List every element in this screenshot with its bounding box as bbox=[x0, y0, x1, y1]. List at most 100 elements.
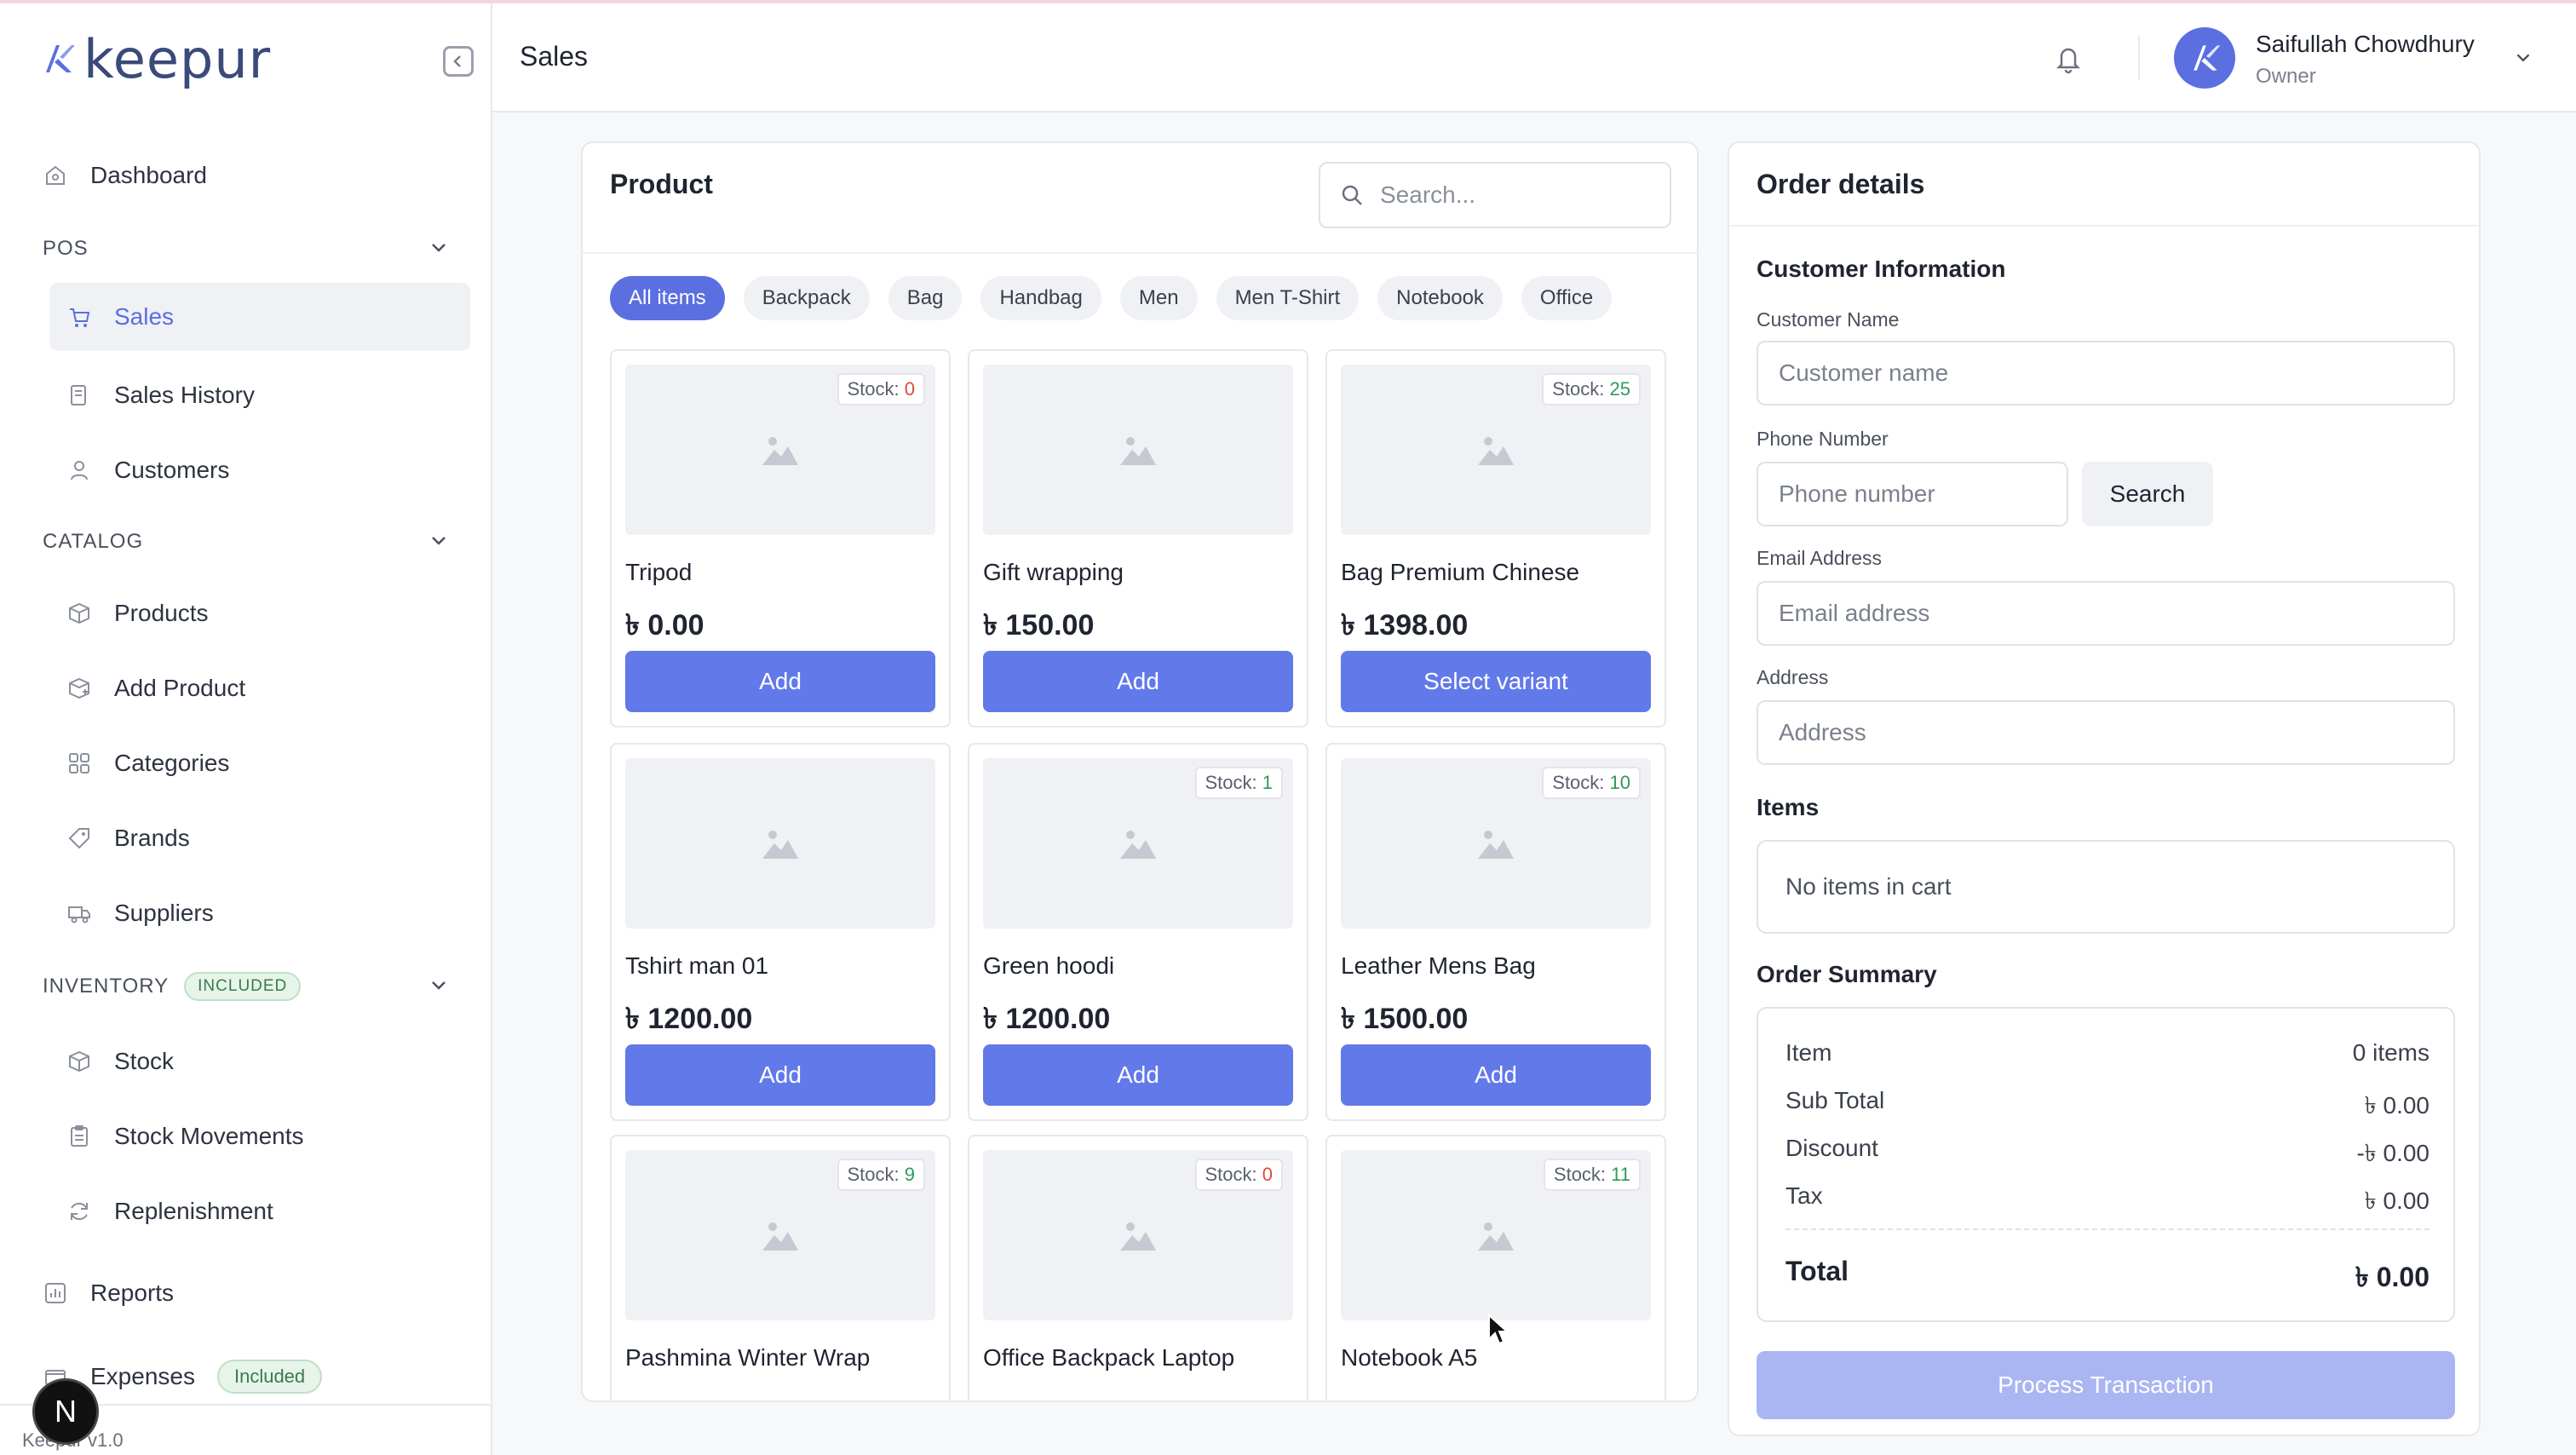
select-variant-button[interactable]: Select variant bbox=[1341, 651, 1651, 712]
cart-items-empty: No items in cart bbox=[1757, 840, 2455, 934]
add-to-cart-button[interactable]: Add bbox=[625, 1044, 935, 1106]
clipboard-icon bbox=[66, 1124, 92, 1149]
dev-tools-avatar[interactable]: N bbox=[32, 1378, 99, 1445]
email-input[interactable] bbox=[1779, 600, 2453, 627]
section-pos[interactable]: POS bbox=[43, 232, 451, 266]
sidebar-item-products[interactable]: Products bbox=[49, 581, 470, 646]
chip-office[interactable]: Office bbox=[1521, 276, 1613, 320]
sidebar-item-label: Sales History bbox=[114, 382, 255, 408]
sidebar-item-expenses[interactable]: Expenses Included bbox=[37, 1344, 470, 1409]
image-placeholder-icon bbox=[1478, 437, 1514, 465]
product-card[interactable]: Stock: 0 Tripod ৳ 0.00 Add bbox=[610, 349, 951, 728]
sidebar-item-replenishment[interactable]: Replenishment bbox=[49, 1179, 470, 1244]
product-card[interactable]: Stock: 1 Green hoodi ৳ 1200.00 Add bbox=[968, 743, 1308, 1121]
product-card[interactable]: Stock: 9 Pashmina Winter Wrap bbox=[610, 1135, 951, 1400]
product-image-placeholder: Stock: 9 bbox=[625, 1150, 935, 1320]
product-card[interactable]: Stock: 25 Bag Premium Chinese ৳ 1398.00 Sel… bbox=[1325, 349, 1666, 728]
sidebar-item-customers[interactable]: Customers bbox=[49, 438, 470, 503]
sidebar-item-sales[interactable]: Sales bbox=[49, 283, 470, 351]
section-catalog[interactable]: CATALOG bbox=[43, 525, 451, 559]
customer-search-button[interactable]: Search bbox=[2082, 462, 2213, 526]
product-price: ৳ 1200.00 bbox=[625, 1003, 753, 1035]
chevron-down-icon bbox=[432, 981, 446, 990]
included-badge: INCLUDED bbox=[184, 972, 302, 1001]
add-to-cart-button[interactable]: Add bbox=[983, 651, 1293, 712]
customer-name-input[interactable] bbox=[1779, 359, 2453, 387]
chip-men-tshirt[interactable]: Men T-Shirt bbox=[1216, 276, 1360, 320]
bell-icon[interactable] bbox=[2051, 41, 2085, 75]
user-name[interactable]: Saifullah Chowdhury bbox=[2256, 31, 2475, 58]
section-inventory[interactable]: INVENTORY INCLUDED bbox=[43, 969, 451, 1004]
phone-field[interactable] bbox=[1757, 462, 2068, 526]
image-placeholder-icon bbox=[762, 437, 798, 465]
address-input[interactable] bbox=[1779, 719, 2453, 746]
sidebar-item-stock-movements[interactable]: Stock Movements bbox=[49, 1104, 470, 1169]
product-card[interactable]: Gift wrapping ৳ 150.00 Add bbox=[968, 349, 1308, 728]
email-field[interactable] bbox=[1757, 581, 2455, 646]
chevron-down-icon[interactable] bbox=[2511, 46, 2535, 70]
product-card[interactable]: Stock: 0 Office Backpack Laptop bbox=[968, 1135, 1308, 1400]
sidebar-item-reports[interactable]: Reports bbox=[37, 1261, 470, 1326]
product-price: ৳ 0.00 bbox=[625, 609, 704, 641]
product-name: Office Backpack Laptop bbox=[983, 1344, 1235, 1371]
product-name: Notebook A5 bbox=[1341, 1344, 1478, 1371]
phone-label: Phone Number bbox=[1757, 428, 1889, 450]
sidebar-item-brands[interactable]: Brands bbox=[49, 806, 470, 871]
address-field[interactable] bbox=[1757, 700, 2455, 765]
product-name: Gift wrapping bbox=[983, 559, 1124, 585]
customer-name-label: Customer Name bbox=[1757, 308, 1900, 331]
report-icon bbox=[43, 1280, 68, 1306]
category-chips: All items Backpack Bag Handbag Men Men T… bbox=[610, 276, 1671, 320]
search-input[interactable] bbox=[1380, 181, 1653, 209]
product-card[interactable]: Stock: 11 Notebook A5 bbox=[1325, 1135, 1666, 1400]
customer-name-field[interactable] bbox=[1757, 341, 2455, 405]
image-placeholder-icon bbox=[1120, 831, 1156, 859]
chip-backpack[interactable]: Backpack bbox=[743, 276, 870, 320]
stock-badge: Stock: 0 bbox=[837, 373, 925, 405]
product-search[interactable] bbox=[1319, 162, 1671, 228]
product-card[interactable]: Tshirt man 01 ৳ 1200.00 Add bbox=[610, 743, 951, 1121]
add-to-cart-button[interactable]: Add bbox=[1341, 1044, 1651, 1106]
sidebar-item-suppliers[interactable]: Suppliers bbox=[49, 881, 470, 946]
phone-input[interactable] bbox=[1779, 480, 2067, 508]
product-name: Tripod bbox=[625, 559, 693, 585]
product-name: Pashmina Winter Wrap bbox=[625, 1344, 871, 1371]
process-transaction-button[interactable]: Process Transaction bbox=[1757, 1351, 2455, 1419]
sidebar-item-stock[interactable]: Stock bbox=[49, 1029, 470, 1094]
sidebar-item-label: Sales bbox=[114, 303, 175, 330]
chevron-left-icon bbox=[453, 55, 461, 67]
collapse-sidebar-button[interactable] bbox=[443, 46, 474, 77]
sidebar-item-categories[interactable]: Categories bbox=[49, 731, 470, 796]
sidebar-item-label: Reports bbox=[90, 1280, 175, 1306]
chip-notebook[interactable]: Notebook bbox=[1377, 276, 1503, 320]
product-name: Green hoodi bbox=[983, 952, 1115, 979]
page-title: Sales bbox=[520, 41, 589, 72]
add-to-cart-button[interactable]: Add bbox=[983, 1044, 1293, 1106]
stock-badge: Stock: 10 bbox=[1542, 767, 1641, 799]
chip-all-items[interactable]: All items bbox=[610, 276, 725, 320]
image-placeholder-icon bbox=[1120, 437, 1156, 465]
product-card[interactable]: Stock: 10 Leather Mens Bag ৳ 1500.00 Add bbox=[1325, 743, 1666, 1121]
sidebar-item-sales-history[interactable]: Sales History bbox=[49, 363, 470, 428]
stock-badge: Stock: 0 bbox=[1194, 1159, 1283, 1191]
header-divider bbox=[2138, 36, 2140, 80]
sidebar-item-label: Suppliers bbox=[114, 900, 214, 926]
product-image-placeholder: Stock: 1 bbox=[983, 758, 1293, 929]
product-image-placeholder bbox=[983, 365, 1293, 535]
chip-bag[interactable]: Bag bbox=[888, 276, 963, 320]
chevron-down-icon bbox=[432, 537, 446, 545]
sidebar-item-add-product[interactable]: Add Product bbox=[49, 656, 470, 721]
chip-men[interactable]: Men bbox=[1119, 276, 1198, 320]
chip-handbag[interactable]: Handbag bbox=[980, 276, 1101, 320]
product-name: Tshirt man 01 bbox=[625, 952, 769, 979]
product-price: ৳ 1200.00 bbox=[983, 1003, 1111, 1035]
keepur-logo-icon bbox=[2194, 45, 2221, 71]
receipt-icon bbox=[66, 382, 92, 408]
sidebar-item-label: Customers bbox=[114, 457, 230, 483]
mouse-cursor-icon bbox=[1488, 1314, 1509, 1345]
add-to-cart-button[interactable]: Add bbox=[625, 651, 935, 712]
sidebar-item-label: Dashboard bbox=[90, 162, 207, 188]
app-logo[interactable]: keepur bbox=[37, 28, 271, 90]
sidebar-item-dashboard[interactable]: Dashboard bbox=[37, 143, 470, 208]
user-avatar[interactable] bbox=[2174, 27, 2235, 89]
